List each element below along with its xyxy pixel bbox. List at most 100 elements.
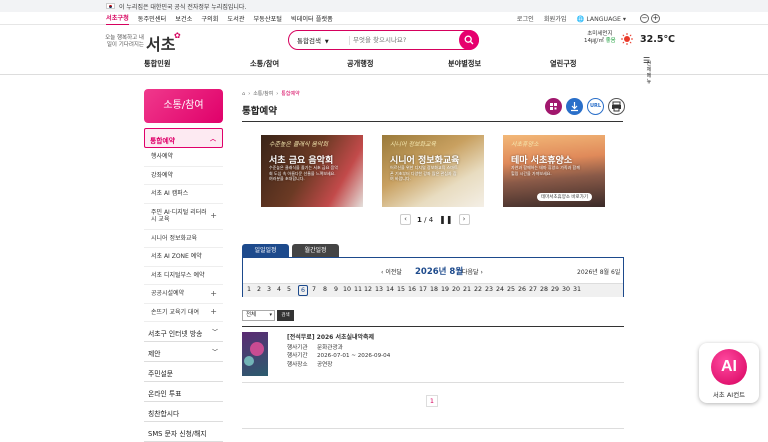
sidebar-sub-label: 공공시설예약	[151, 290, 185, 297]
calendar-day-10[interactable]: 10	[342, 286, 352, 293]
sidebar-sub-ai-campus[interactable]: 서초 AI 캠퍼스	[144, 185, 223, 204]
calendar-day-24[interactable]: 24	[495, 286, 505, 293]
search-scope-select[interactable]: 통합검색 ▼	[297, 35, 329, 45]
sidebar-item-survey[interactable]: 주민설문	[144, 362, 223, 382]
tab-daily[interactable]: 일일일정	[242, 244, 289, 257]
calendar-day-17[interactable]: 17	[418, 286, 428, 293]
calendar-day-25[interactable]: 25	[506, 286, 516, 293]
calendar-day-12[interactable]: 12	[363, 286, 373, 293]
calendar-day-23[interactable]: 23	[484, 286, 494, 293]
download-button[interactable]	[566, 98, 583, 115]
gnb-item-civil[interactable]: 통합민원	[144, 59, 170, 69]
util-link-council[interactable]: 구의회	[201, 14, 218, 23]
category-select[interactable]: 전체 ▾	[242, 310, 275, 321]
calendar-day-14[interactable]: 14	[385, 286, 395, 293]
all-menu-button[interactable]: ☰ 전체메뉴	[643, 57, 651, 86]
seocho-logo[interactable]: 오늘 행복하고 내일이 기다려지는 서초 ✿	[104, 31, 184, 54]
air-quality-label: 초미세먼지	[587, 31, 613, 37]
join-link[interactable]: 회원가입	[544, 14, 567, 23]
calendar-day-27[interactable]: 27	[528, 286, 538, 293]
sidebar-item-broadcast[interactable]: 서초구 인터넷 방송 ﹀	[144, 322, 223, 342]
gov-notice-bar: 이 누리집은 대한민국 공식 전자정부 누리집입니다.	[0, 0, 768, 12]
event-row-key: 행사장소	[287, 361, 308, 368]
search-input[interactable]	[353, 34, 453, 46]
event-row-value: 2026-07-01 ~ 2026-09-04	[317, 353, 391, 359]
gnb-item-communication[interactable]: 소통/참여	[250, 59, 279, 69]
banner-senior-education[interactable]: 시니어 정보화교육 시니어 정보화교육 어르신을 위한 디지털 정보화교육 스마…	[382, 135, 484, 207]
main-nav: 통합민원 소통/참여 공개행정 분야별정보 열린구정 ☰ 전체메뉴	[0, 55, 768, 86]
qr-code-button[interactable]	[545, 98, 562, 115]
sidebar-sub-ai-literacy[interactable]: 주민 AI·디지털 리터러시 교육 +	[144, 204, 223, 230]
pause-icon[interactable]: ❚❚	[439, 215, 452, 224]
event-row-value: 문화관광과	[317, 344, 343, 351]
login-link[interactable]: 로그인	[517, 14, 534, 23]
sidebar-sub-event[interactable]: 행사예약	[144, 148, 223, 167]
calendar-day-16[interactable]: 16	[407, 286, 417, 293]
home-icon[interactable]: ⌂	[242, 91, 245, 97]
util-link-guchung[interactable]: 서초구청	[106, 13, 129, 25]
event-poster[interactable]	[242, 332, 268, 376]
util-link-community[interactable]: 동주민센터	[138, 14, 166, 23]
next-month-button[interactable]: 다음달 ›	[462, 267, 483, 276]
sidebar-sub-ai-zone[interactable]: 서초 AI ZONE 예약	[144, 248, 223, 267]
calendar-day-31[interactable]: 31	[572, 286, 582, 293]
calendar-day-20[interactable]: 20	[451, 286, 461, 293]
zoom-in-button[interactable]: +	[651, 14, 660, 23]
sidebar-sub-rental[interactable]: 손뜨기 교육기 대여 +	[144, 304, 223, 322]
event-title[interactable]: [전석무료] 2026 서초실내악축제	[287, 334, 390, 343]
search-button[interactable]	[459, 30, 479, 50]
calendar-day-1[interactable]: 1	[244, 286, 254, 293]
zoom-out-button[interactable]: −	[640, 14, 649, 23]
util-link-bigdata[interactable]: 빅데이터 플랫폼	[291, 14, 333, 23]
sidebar-sub-lecture[interactable]: 강좌예약	[144, 167, 223, 185]
calendar-day-9[interactable]: 9	[331, 286, 341, 293]
calendar-day-6[interactable]: 6	[298, 285, 308, 296]
util-link-library[interactable]: 도서관	[227, 14, 244, 23]
sidebar-item-sms[interactable]: SMS 문자 신청/해지	[144, 422, 223, 442]
sidebar-item-proposal[interactable]: 제안 ﹀	[144, 342, 223, 362]
calendar-day-7[interactable]: 7	[309, 286, 319, 293]
banner-friday-concert[interactable]: 수준높은 클래식 음악회 서초 금요 음악회 수준높은 클래식을 즐기는 서초 …	[261, 135, 363, 207]
banner-prev-button[interactable]: ‹	[400, 214, 411, 225]
prev-month-button[interactable]: ‹ 이전달	[381, 267, 402, 276]
calendar-day-28[interactable]: 28	[539, 286, 549, 293]
sidebar-item-praise[interactable]: 칭찬합시다	[144, 402, 223, 422]
calendar-day-21[interactable]: 21	[462, 286, 472, 293]
breadcrumb-item[interactable]: 소통/참여	[253, 90, 273, 97]
calendar-day-13[interactable]: 13	[374, 286, 384, 293]
banner-more-button[interactable]: 테마서초휴양소 바로가기	[537, 193, 592, 201]
pagination-page-1[interactable]: 1	[426, 395, 438, 407]
calendar-day-30[interactable]: 30	[561, 286, 571, 293]
sidebar-sub-senior[interactable]: 시니어 정보화교육	[144, 230, 223, 248]
print-button[interactable]	[608, 98, 625, 115]
banner-next-button[interactable]: ›	[458, 214, 470, 225]
calendar-day-18[interactable]: 18	[429, 286, 439, 293]
language-select[interactable]: 🌐 LANGUAGE ▾	[577, 15, 626, 23]
url-copy-button[interactable]: URL	[587, 98, 604, 115]
ai-assistant-button[interactable]: AI 서초 AI컨트	[699, 343, 759, 403]
calendar-day-22[interactable]: 22	[473, 286, 483, 293]
gnb-item-field-info[interactable]: 분야별정보	[448, 59, 481, 69]
tab-monthly[interactable]: 월간일정	[292, 244, 339, 257]
calendar-day-29[interactable]: 29	[550, 286, 560, 293]
calendar-day-4[interactable]: 4	[274, 286, 284, 293]
calendar-day-2[interactable]: 2	[254, 286, 264, 293]
util-link-health[interactable]: 보건소	[175, 14, 192, 23]
calendar-day-11[interactable]: 11	[353, 286, 363, 293]
gnb-item-open-admin[interactable]: 공개행정	[347, 59, 373, 69]
sidebar-item-reservation[interactable]: 통합예약 ︿	[144, 128, 223, 148]
sidebar-sub-digital-booth[interactable]: 서초 디지털부스 예약	[144, 267, 223, 285]
filter-search-button[interactable]: 검색	[277, 310, 294, 321]
banner-seocho-resort[interactable]: 서초휴양소 테마 서초휴양소 자연과 함께하는 테마 휴양소 가족과 함께 힐링…	[503, 135, 605, 207]
calendar-day-15[interactable]: 15	[396, 286, 406, 293]
calendar-day-3[interactable]: 3	[264, 286, 274, 293]
util-link-realestate[interactable]: 부동산포털	[253, 14, 281, 23]
calendar-day-5[interactable]: 5	[284, 286, 294, 293]
calendar-day-26[interactable]: 26	[517, 286, 527, 293]
sidebar-item-vote[interactable]: 온라인 투표	[144, 382, 223, 402]
calendar-day-19[interactable]: 19	[440, 286, 450, 293]
sidebar-sub-facility[interactable]: 공공시설예약 +	[144, 285, 223, 304]
qr-icon	[550, 103, 557, 110]
calendar-day-8[interactable]: 8	[320, 286, 330, 293]
gnb-item-open-gov[interactable]: 열린구정	[550, 59, 576, 69]
